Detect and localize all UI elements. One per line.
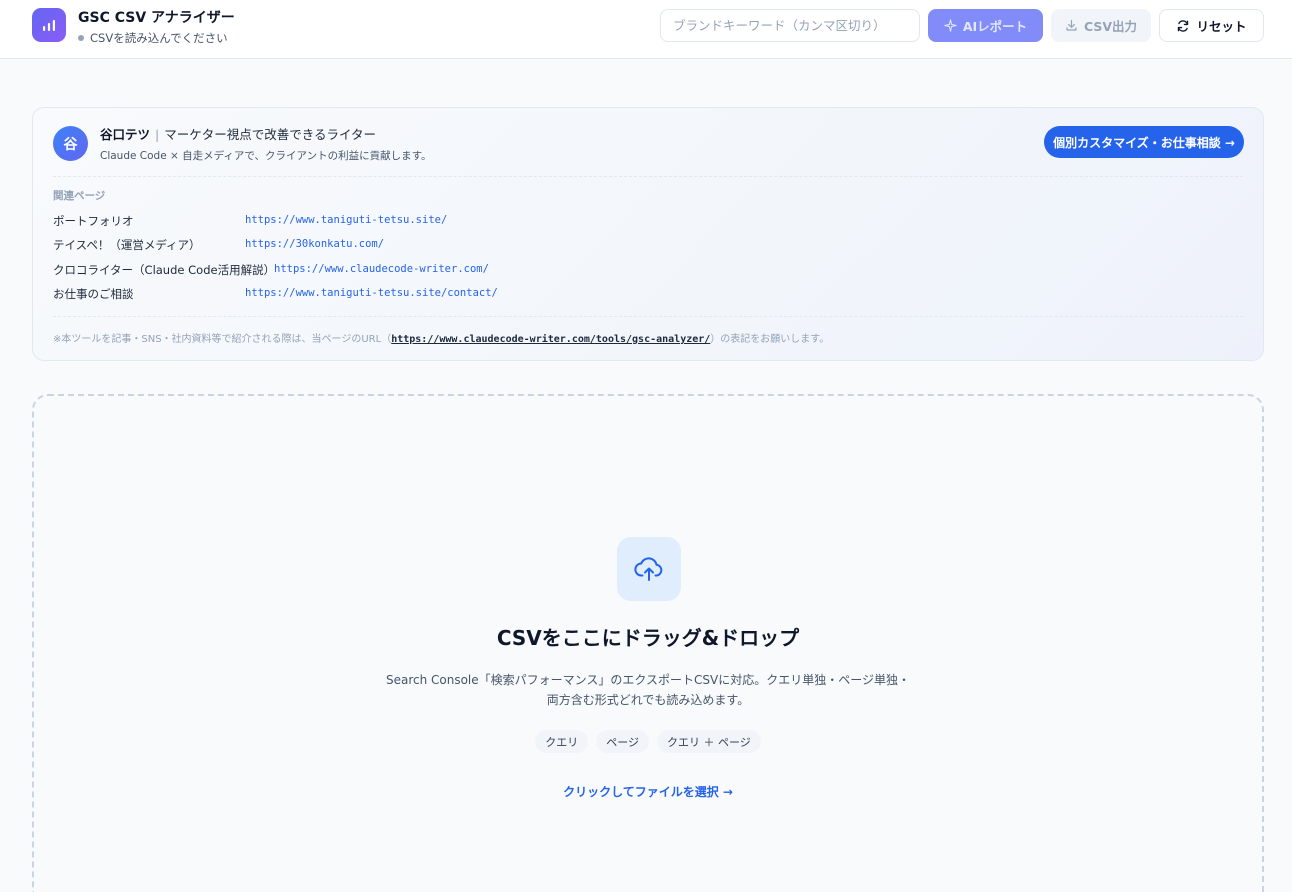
- related-link-claudecode: クロコライター（Claude Code活用解説） https://www.cla…: [53, 262, 489, 280]
- related-link-url[interactable]: https://www.claudecode-writer.com/: [274, 263, 489, 275]
- select-file-link[interactable]: クリックしてファイルを選択 →: [34, 783, 1262, 800]
- author-separator: |: [155, 127, 160, 142]
- bar-chart-icon: [32, 8, 66, 42]
- cloud-upload-icon: [617, 537, 681, 601]
- related-link-portfolio: ポートフォリオ https://www.taniguti-tetsu.site/: [53, 213, 447, 231]
- app-title: GSC CSV アナライザー: [78, 10, 235, 26]
- dropzone-description: Search Console「検索パフォーマンス」のエクスポートCSVに対応。ク…: [385, 673, 911, 707]
- csv-export-button[interactable]: CSV出力: [1051, 9, 1151, 42]
- csv-dropzone[interactable]: CSVをここにドラッグ&ドロップ Search Console「検索パフォーマン…: [32, 394, 1264, 892]
- author-tagline: マーケター視点で改善できるライター: [164, 127, 376, 142]
- related-link-media: テイスペ！（運営メディア） https://30konkatu.com/: [53, 237, 384, 255]
- consult-button[interactable]: 個別カスタマイズ・お仕事相談 →: [1044, 126, 1244, 158]
- sparkle-icon: [944, 19, 957, 32]
- format-chip-query: クエリ: [535, 730, 589, 753]
- related-link-label: お仕事のご相談: [53, 287, 134, 301]
- load-status: CSVを読み込んでください: [78, 30, 228, 46]
- related-link-label: ポートフォリオ: [53, 214, 134, 228]
- card-divider: [53, 176, 1243, 177]
- format-chip-query-page: クエリ ＋ ページ: [657, 730, 761, 753]
- avatar: 谷: [53, 126, 88, 161]
- author-card: 谷 谷口テツ | マーケター視点で改善できるライター Claude Code × 自…: [32, 107, 1264, 361]
- author-name: 谷口テツ: [100, 127, 151, 142]
- csv-export-label: CSV出力: [1083, 19, 1138, 34]
- dropzone-title: CSVをここにドラッグ&ドロップ: [496, 626, 800, 650]
- reset-label: リセット: [1196, 19, 1247, 34]
- format-chip-page: ページ: [596, 730, 649, 753]
- notice-suffix: ）の表記をお願いします。: [710, 334, 830, 345]
- status-dot-icon: [78, 35, 84, 41]
- related-link-url[interactable]: https://30konkatu.com/: [245, 238, 384, 250]
- ai-report-button[interactable]: AIレポート: [928, 9, 1043, 42]
- brand-keyword-input[interactable]: [660, 9, 920, 42]
- format-chips: クエリ ページ クエリ ＋ ページ: [34, 730, 1262, 753]
- notice-url-link[interactable]: https://www.claudecode-writer.com/tools/…: [391, 334, 710, 345]
- status-text: CSVを読み込んでください: [90, 31, 228, 45]
- related-pages-title: 関連ページ: [53, 190, 106, 202]
- related-link-contact: お仕事のご相談 https://www.taniguti-tetsu.site/…: [53, 286, 498, 304]
- related-link-label: クロコライター（Claude Code活用解説）: [53, 263, 276, 277]
- app-header: GSC CSV アナライザー CSVを読み込んでください AIレポート CSV出…: [0, 0, 1292, 59]
- reset-button[interactable]: リセット: [1159, 9, 1264, 42]
- card-divider: [53, 316, 1243, 317]
- related-link-label: テイスペ！（運営メディア）: [53, 238, 201, 252]
- citation-notice: ※本ツールを記事・SNS・社内資料等で紹介される際は、当ページのURL（http…: [53, 330, 829, 345]
- ai-report-label: AIレポート: [962, 19, 1028, 34]
- related-link-url[interactable]: https://www.taniguti-tetsu.site/: [245, 214, 447, 226]
- download-icon: [1066, 20, 1077, 31]
- related-link-url[interactable]: https://www.taniguti-tetsu.site/contact/: [245, 287, 498, 299]
- notice-prefix: ※本ツールを記事・SNS・社内資料等で紹介される際は、当ページのURL（: [53, 334, 392, 345]
- author-description: Claude Code × 自走メディアで、クライアントの利益に貢献します。: [100, 150, 432, 162]
- author-headline: 谷口テツ | マーケター視点で改善できるライター: [100, 124, 376, 143]
- refresh-icon: [1178, 19, 1189, 32]
